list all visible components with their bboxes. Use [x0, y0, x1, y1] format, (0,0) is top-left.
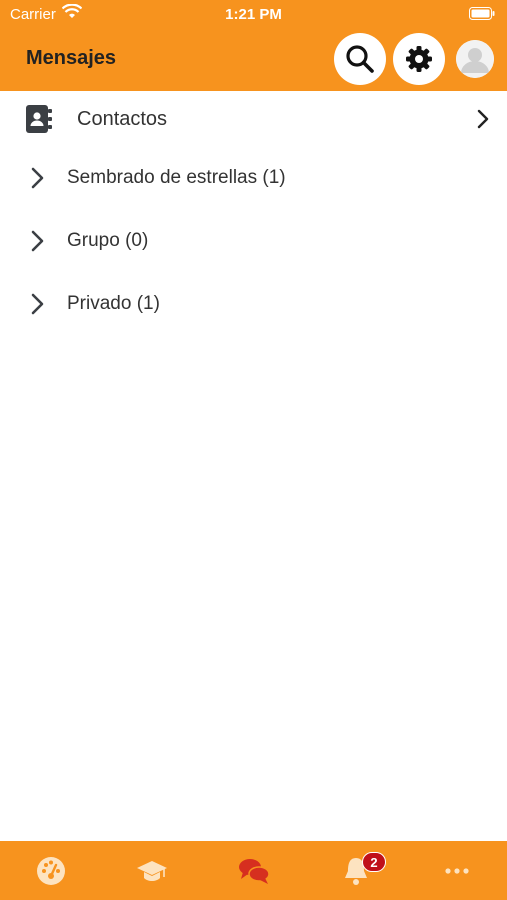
battery-icon	[469, 7, 495, 20]
group-label: Privado (1)	[67, 293, 160, 314]
chevron-right-icon	[31, 167, 44, 189]
page-title: Mensajes	[26, 47, 117, 69]
gear-icon	[406, 46, 432, 72]
conversation-group-private[interactable]: Privado (1)	[0, 279, 507, 329]
bottom-tab-bar	[0, 841, 507, 900]
contacts-book-icon	[26, 105, 52, 133]
chevron-right-icon	[31, 230, 44, 252]
app-header: Carrier 1:21 PM Mensajes	[0, 0, 507, 91]
settings-button[interactable]	[393, 33, 445, 85]
dashboard-icon[interactable]	[35, 855, 67, 887]
group-label: Sembrado de estrellas (1)	[67, 167, 286, 188]
conversation-group-starred[interactable]: Sembrado de estrellas (1)	[0, 153, 507, 203]
avatar[interactable]	[456, 40, 494, 78]
contacts-label: Contactos	[77, 108, 168, 130]
contacts-row[interactable]: Contactos	[0, 91, 507, 147]
user-avatar-icon	[456, 40, 494, 78]
graduation-cap-icon[interactable]	[136, 855, 168, 887]
search-icon	[346, 45, 374, 73]
more-icon[interactable]	[441, 855, 473, 887]
conversation-group-group[interactable]: Grupo (0)	[0, 216, 507, 266]
group-label: Grupo (0)	[67, 230, 149, 251]
chat-bubbles-icon[interactable]	[238, 855, 270, 887]
chevron-right-icon	[477, 109, 489, 129]
notification-badge: 2	[362, 852, 386, 872]
chevron-right-icon	[31, 293, 44, 315]
search-button[interactable]	[334, 33, 386, 85]
status-time: 1:21 PM	[225, 6, 282, 23]
status-bar: Carrier 1:21 PM	[0, 0, 507, 28]
